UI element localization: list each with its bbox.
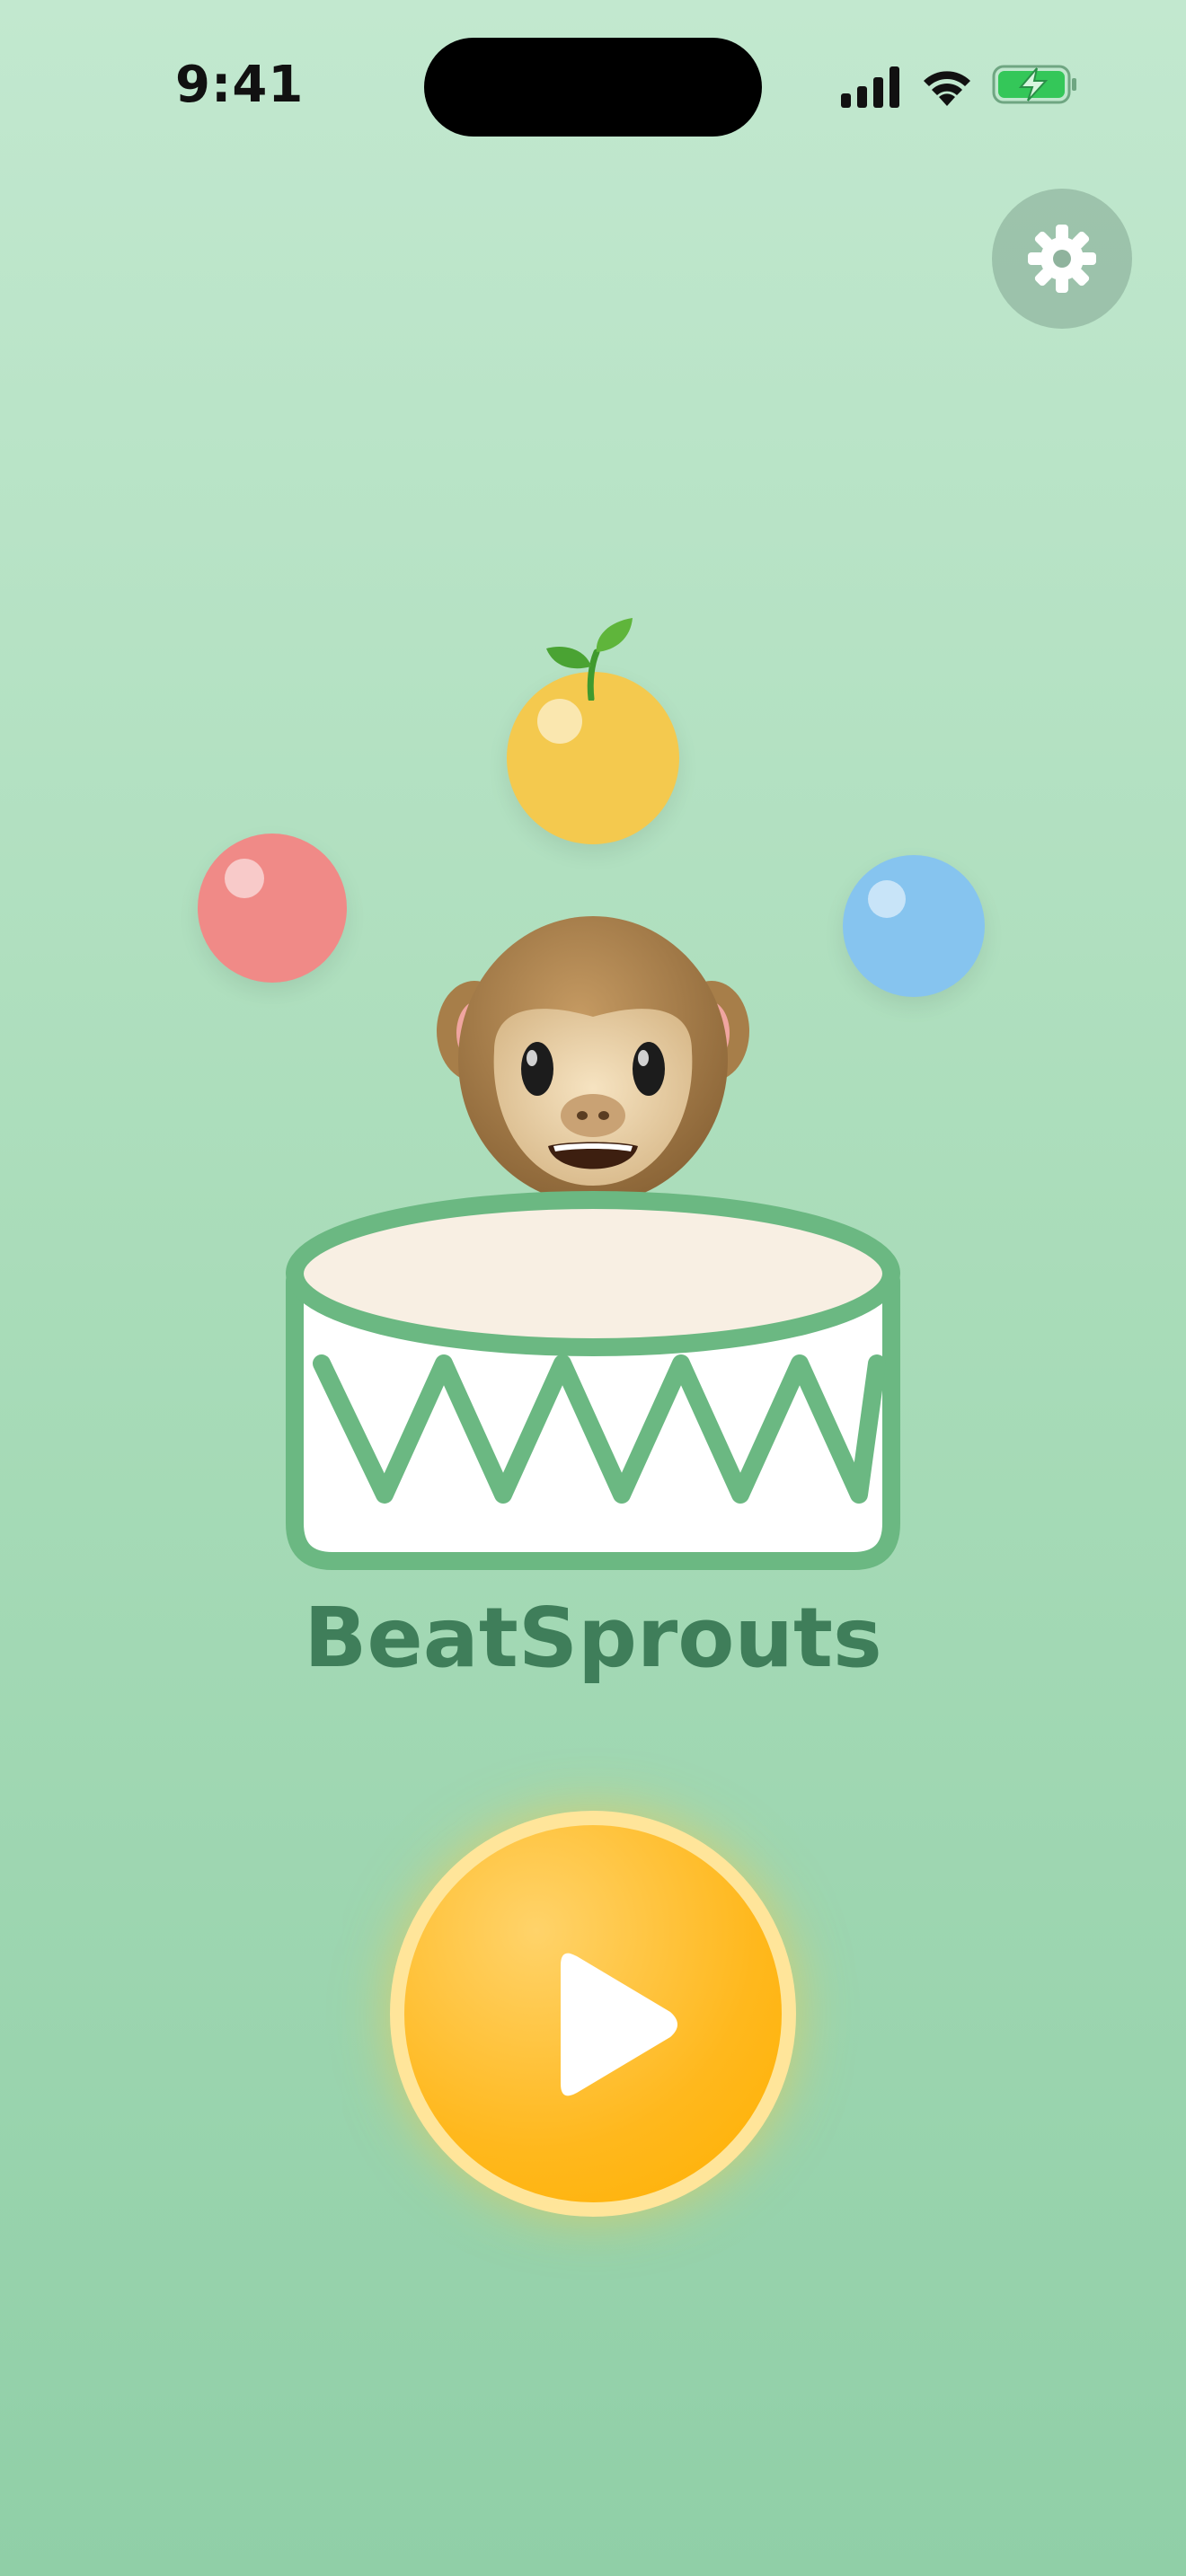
dynamic-island xyxy=(424,38,762,137)
ball-highlight xyxy=(225,859,264,898)
status-time: 9:41 xyxy=(175,56,305,114)
play-button[interactable] xyxy=(390,1811,796,2217)
ball-highlight xyxy=(537,699,582,744)
app-title: BeatSprouts xyxy=(304,1590,882,1686)
cellular-signal-icon xyxy=(841,66,899,108)
ball-highlight xyxy=(868,880,906,918)
red-ball xyxy=(198,834,347,983)
play-icon xyxy=(561,1953,677,2096)
settings-button[interactable] xyxy=(992,189,1132,329)
battery-charging-icon xyxy=(992,65,1076,104)
blue-ball xyxy=(843,855,985,997)
sprout-icon xyxy=(546,618,633,701)
monkey-mascot xyxy=(437,916,749,1204)
wifi-icon xyxy=(924,71,970,106)
gear-icon xyxy=(1028,225,1096,293)
drum-logo xyxy=(286,1191,900,1570)
